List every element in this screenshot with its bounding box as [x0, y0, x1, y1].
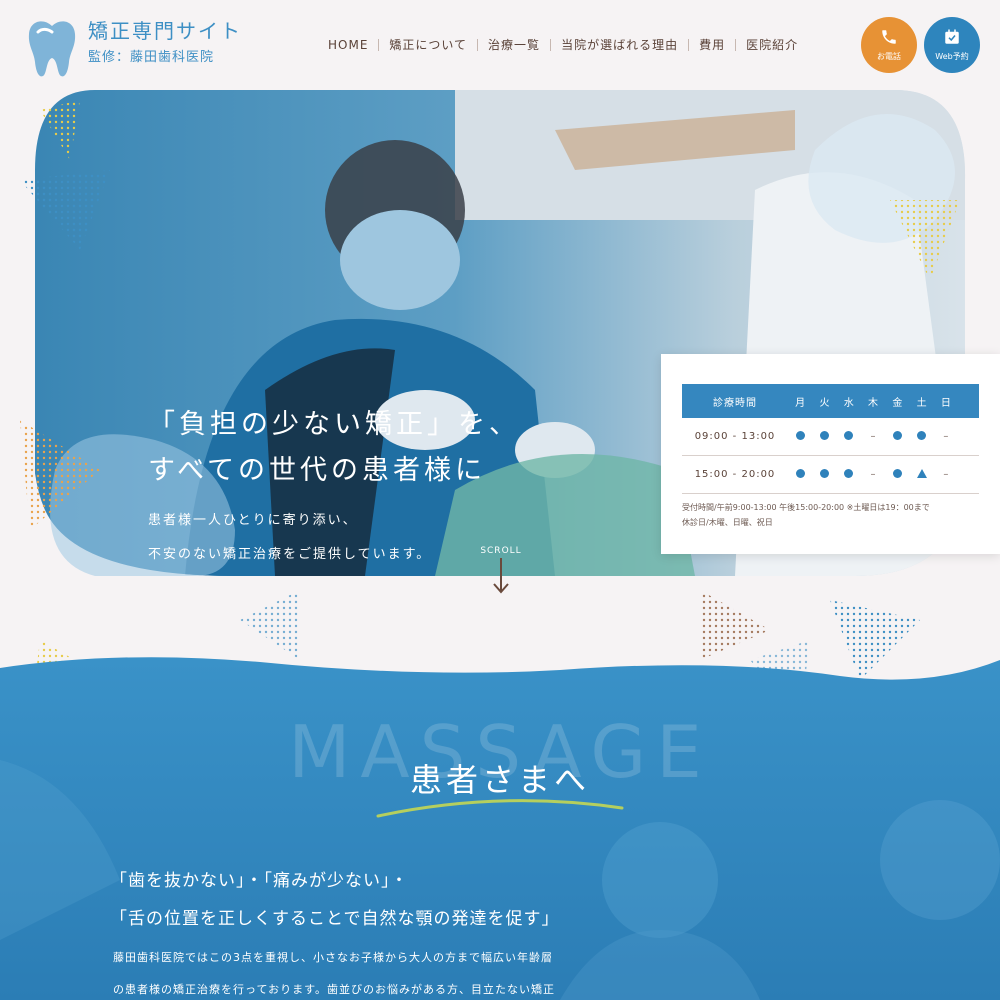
nav-item-fees[interactable]: 費用	[689, 36, 735, 53]
schedule-time: 09:00 - 13:00	[694, 431, 776, 442]
nav-item-clinic[interactable]: 医院紹介	[736, 36, 808, 53]
hero-text-line2: 不安のない矯正治療をご提供しています。	[148, 547, 432, 562]
message-body: 藤田歯科医院ではこの3点を重視し、小さなお子様から大人の方まで幅広い年齢層 の患…	[113, 942, 555, 1000]
closed-dash-icon: –	[870, 469, 876, 480]
closed-dash-icon: –	[870, 431, 876, 442]
phone-icon	[882, 30, 896, 44]
main-nav: HOME 矯正について 治療一覧 当院が選ばれる理由 費用 医院紹介	[318, 36, 808, 53]
site-subtitle: 監修：藤田歯科医院	[88, 50, 215, 65]
phone-button-label: お電話	[877, 52, 901, 61]
message-lead-line1: 「歯を抜かない」・「痛みが少ない」・	[110, 871, 409, 891]
scroll-label: SCROLL	[480, 546, 522, 556]
site-logo[interactable]: 矯正専門サイト 監修：藤田歯科医院	[26, 18, 242, 78]
open-dot-icon	[837, 430, 861, 443]
nav-item-treatments[interactable]: 治療一覧	[478, 36, 550, 53]
tooth-icon	[28, 21, 76, 77]
open-dot-icon	[837, 468, 861, 481]
web-reservation-label: Web予約	[935, 52, 969, 61]
day-fri: 金	[892, 397, 903, 409]
message-lead-line2: 「舌の位置を正しくすることで自然な顎の発達を促す」	[110, 909, 560, 929]
schedule-row: 09:00 - 13:00 – –	[682, 418, 979, 456]
day-mon: 月	[795, 397, 806, 409]
message-body-line2: の患者様の矯正治療を行っております。歯並びのお悩みがある方、目立たない矯正	[113, 983, 556, 996]
open-dot-icon	[812, 430, 836, 443]
scroll-indicator[interactable]: SCROLL	[476, 546, 526, 594]
day-thu: 木	[868, 397, 879, 409]
nav-item-reasons[interactable]: 当院が選ばれる理由	[551, 36, 688, 53]
day-sun: 日	[940, 397, 951, 409]
nav-item-about[interactable]: 矯正について	[379, 36, 477, 53]
schedule-time: 15:00 - 20:00	[694, 469, 776, 480]
partial-triangle-icon	[909, 468, 933, 481]
hero-text-line1: 患者様一人ひとりに寄り添い、	[148, 513, 358, 528]
open-dot-icon	[885, 468, 909, 481]
schedule-note-hours: 受付時間/午前9:00-13:00 午後15:00-20:00 ※土曜日は19：…	[682, 503, 930, 512]
message-section: MASSAGE 患者さまへ 「歯を抜かない」・「痛みが少ない」・ 「舌の位置を正…	[0, 640, 1000, 1000]
closed-dash-icon: –	[943, 469, 949, 480]
open-dot-icon	[788, 430, 812, 443]
open-dot-icon	[909, 430, 933, 443]
calendar-check-icon	[945, 29, 959, 44]
day-wed: 水	[843, 397, 854, 409]
web-reservation-button[interactable]: Web予約	[924, 17, 980, 73]
open-dot-icon	[788, 468, 812, 481]
hero-heading-line2: すべての世代の患者様に	[148, 455, 487, 486]
open-dot-icon	[885, 430, 909, 443]
message-title: 患者さまへ	[409, 761, 590, 799]
nav-item-home[interactable]: HOME	[318, 38, 378, 52]
schedule-note-holidays: 休診日/木曜、日曜、祝日	[682, 518, 773, 527]
schedule-header-label: 診療時間	[713, 397, 757, 409]
message-body-line1: 藤田歯科医院ではこの3点を重視し、小さなお子様から大人の方まで幅広い年齢層	[113, 951, 553, 964]
site-title: 矯正専門サイト	[88, 19, 242, 43]
phone-button[interactable]: お電話	[861, 17, 917, 73]
schedule-header: 診療時間 月 火 水 木 金 土 日	[682, 384, 979, 418]
schedule-row: 15:00 - 20:00 – –	[682, 456, 979, 494]
hero-text: 患者様一人ひとりに寄り添い、 不安のない矯正治療をご提供しています。	[148, 504, 520, 572]
day-sat: 土	[916, 397, 927, 409]
closed-dash-icon: –	[943, 431, 949, 442]
day-tue: 火	[819, 397, 830, 409]
message-lead: 「歯を抜かない」・「痛みが少ない」・ 「舌の位置を正しくすることで自然な顎の発達…	[110, 862, 560, 938]
arrow-down-icon	[493, 558, 509, 594]
hero-copy: 「負担の少ない矯正」を、 すべての世代の患者様に 患者様一人ひとりに寄り添い、 …	[148, 402, 520, 572]
hero-heading-line1: 「負担の少ない矯正」を、	[148, 409, 520, 440]
schedule-card: 診療時間 月 火 水 木 金 土 日 09:00 - 13:00– –15:00 …	[661, 354, 1000, 554]
schedule-note: 受付時間/午前9:00-13:00 午後15:00-20:00 ※土曜日は19：…	[682, 500, 979, 530]
open-dot-icon	[812, 468, 836, 481]
